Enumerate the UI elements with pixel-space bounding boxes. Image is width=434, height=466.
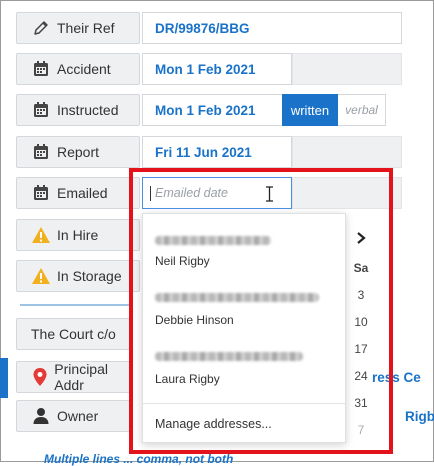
calendar-icon [31,100,51,120]
person-icon [31,406,51,426]
report-date-field[interactable]: Fri 11 Jun 2021 [142,136,292,168]
report-spacer [292,136,402,168]
section-divider [20,304,132,306]
in-hire-label: In Hire [16,219,140,251]
selected-row-indicator [0,358,8,398]
calendar-icon [31,183,51,203]
instructed-label: Instructed [16,94,140,126]
owner-value[interactable]: Rigb [405,409,434,424]
map-pin-icon [31,367,48,387]
warning-icon [31,266,51,286]
report-label: Report [16,136,140,168]
court-label: The Court c/o [16,318,130,350]
highlight-box [129,168,393,454]
calendar-icon [31,142,51,162]
their-ref-field[interactable]: DR/99876/BBG [142,12,402,44]
accident-label: Accident [16,53,140,85]
warning-icon [31,225,51,245]
owner-label: Owner [16,400,130,432]
calendar-icon [31,59,51,79]
help-text: Multiple lines ... comma, not both [44,452,234,466]
emailed-label: Emailed [16,177,140,209]
written-toggle[interactable]: written [282,94,338,126]
principal-address-label: Principal Addr [16,361,130,393]
pencil-icon [31,18,51,38]
accident-spacer [292,53,402,85]
accident-date-field[interactable]: Mon 1 Feb 2021 [142,53,292,85]
instructed-date-field[interactable]: Mon 1 Feb 2021 [142,94,292,126]
verbal-toggle[interactable]: verbal [338,94,386,126]
their-ref-label: Their Ref [16,12,140,44]
in-storage-label: In Storage [16,260,140,292]
